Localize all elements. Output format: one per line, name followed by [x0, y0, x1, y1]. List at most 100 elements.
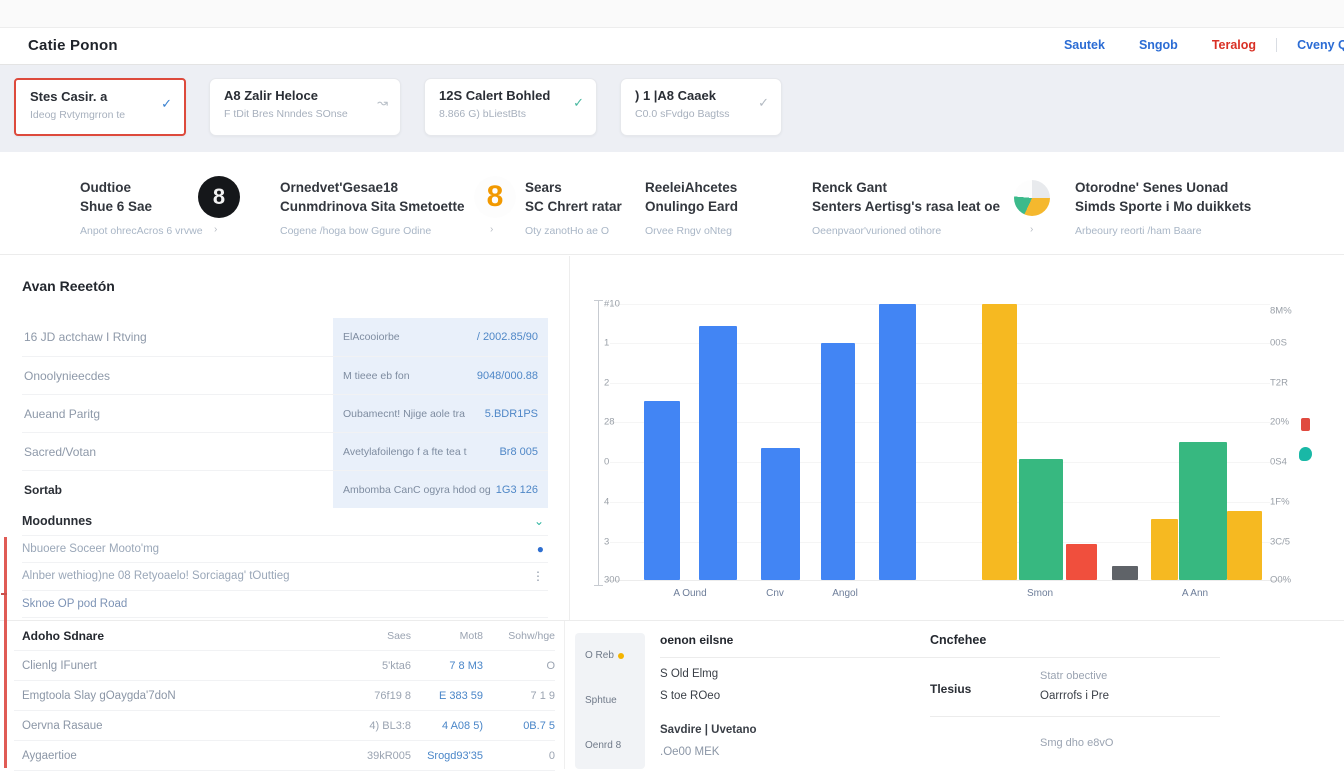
blue-dot-icon[interactable]: ● [537, 542, 544, 556]
report-row-key: M tieee eb fon [343, 370, 477, 382]
bar-chart: #108M%100S2T2R2820%00S441F%33C/5300O0%A … [570, 256, 1344, 620]
report-row-value: 9048/000.88 [477, 370, 538, 382]
mid-sidebar-item-3[interactable]: Oenrd 8 [575, 723, 645, 768]
x-axis-label: Cnv [766, 588, 784, 599]
stat-card-3[interactable]: 12S Calert Bohled8.866 G) bLiestBts✓ [424, 78, 597, 136]
cell-change: 0 [483, 750, 555, 762]
report-row-value: 1G3 126 [496, 484, 538, 496]
card-title: ) 1 |A8 Caaek [635, 88, 769, 103]
cell-value-link[interactable]: E 383 59 [411, 690, 483, 702]
report-row-label: Onoolynieecdes [22, 369, 333, 383]
column-header[interactable]: Saes [339, 630, 411, 642]
chevron-down-icon[interactable]: ⌄ [534, 514, 544, 528]
cell-change: 0B.7 5 [483, 720, 555, 732]
bar-yellow-6 [982, 304, 1017, 580]
report-link-row-1[interactable]: Moodunnes⌄ [22, 508, 548, 536]
bar-green-11 [1179, 442, 1227, 580]
caret-icon: › [490, 224, 493, 235]
figure-8-orange-icon: 8 [474, 176, 516, 218]
row-name: Aygaertioe [14, 750, 339, 762]
card-title: 12S Calert Bohled [439, 88, 584, 103]
mid-panel-line: Savdire | Uvetano [660, 724, 970, 736]
y-axis-tick-right: 1F% [1270, 497, 1290, 508]
cell-sales: 76f19 8 [339, 690, 411, 702]
bar-blue-2 [699, 326, 737, 580]
feature-item-9[interactable]: Otorodne' Senes UonadSimds Sporte i Mo d… [1075, 178, 1251, 237]
left-scroll-indicator[interactable] [4, 537, 7, 768]
report-row-value: / 2002.85/90 [477, 331, 538, 343]
right-row-line2: Oarrrofs i Pre [1040, 690, 1109, 702]
stat-card-4[interactable]: ) 1 |A8 CaaekC0.0 sFvdgo Bagtss✓ [620, 78, 782, 136]
y-axis-tick-left: 300 [604, 575, 620, 586]
link-label: Nbuoere Soceer Mooto'mg [22, 543, 537, 555]
card-title: A8 Zalir Heloce [224, 88, 388, 103]
column-header[interactable]: Sohw/hge [483, 630, 555, 642]
feature-subtitle: Anpot ohrecAcros 6 vrvwe [80, 225, 203, 237]
report-link-row-4[interactable]: Sknoe OP pod Road [22, 591, 548, 619]
bar-blue-5 [879, 304, 916, 580]
right-panel-footer: Smg dho e8vO [930, 716, 1220, 749]
y-axis-tick-left: 3 [604, 537, 609, 548]
table-row[interactable]: Aygaertioe39kR005Srogd93'350 [14, 741, 555, 771]
report-row-label: 16 JD actchaw I Rtving [22, 330, 333, 344]
link-label: Moodunnes [22, 514, 534, 528]
nav-link-3[interactable]: Teralog [1212, 38, 1256, 52]
feature-title: Renck GantSenters Aertisg's rasa leat oe [812, 178, 1000, 216]
check-icon: ✓ [758, 95, 769, 111]
feature-item-7[interactable]: Renck GantSenters Aertisg's rasa leat oe… [812, 178, 1000, 237]
column-header[interactable]: Mot8 [411, 630, 483, 642]
right-row-line1: Statr obective [1040, 670, 1109, 682]
cell-value-link[interactable]: 4 A08 5) [411, 720, 483, 732]
gridline [610, 304, 1270, 305]
feature-item-1[interactable]: OudtioeShue 6 Sae Anpot ohrecAcros 6 vrvw… [80, 178, 203, 237]
mid-panel-header: oenon eilsne [660, 633, 970, 658]
mid-panel-line: .Oe00 MEK [660, 746, 970, 758]
report-row-value: Br8 005 [499, 446, 538, 458]
bar-gray-9 [1112, 566, 1138, 580]
chart-x-axis [606, 580, 1286, 581]
bar-yellow-12 [1227, 511, 1262, 580]
table-row[interactable]: Oervna Rasaue4) BL3:84 A08 5)0B.7 5 [14, 711, 555, 741]
x-axis-label: A Ann [1182, 588, 1208, 599]
mid-panel-line: S toe ROeo [660, 690, 970, 702]
nav-link-4[interactable]: Cveny Quen [1297, 38, 1344, 52]
divider [564, 621, 565, 769]
nav-divider [1276, 38, 1277, 52]
y-axis-tick-left: 4 [604, 497, 609, 508]
report-row: Sacred/VotanAvetylafoilengo f a fte tea … [22, 432, 548, 470]
feature-item-5[interactable]: SearsSC Chrert ratarOty zanotHo ae O [525, 178, 622, 237]
y-axis-tick-right: 20% [1270, 417, 1289, 428]
mid-sidebar-item-1[interactable]: O Reb [575, 633, 645, 678]
table-row[interactable]: Clienlg IFunert5'kta67 8 M3O [14, 651, 555, 681]
feature-item-3[interactable]: Ornedvet'Gesae18Cunmdrinova Sita Smetoet… [280, 178, 465, 237]
pie-chart-icon [1014, 180, 1050, 216]
kebab-icon[interactable]: ⋮ [532, 569, 544, 583]
mid-sidebar-item-2[interactable]: Sphtue [575, 678, 645, 723]
nav-link-1[interactable]: Sautek [1064, 38, 1105, 52]
report-link-row-2[interactable]: Nbuoere Soceer Mooto'mg● [22, 536, 548, 564]
report-row-key: Avetylafoilengo f a fte tea t [343, 446, 499, 458]
report-row-key: ElAcooiorbe [343, 331, 477, 343]
y-axis-tick-left: 28 [604, 417, 615, 428]
y-axis-tick-left: 1 [604, 338, 609, 349]
cell-sales: 39kR005 [339, 750, 411, 762]
nav-link-2[interactable]: Sngob [1139, 38, 1178, 52]
stat-card-2[interactable]: A8 Zalir HeloceF tDit Bres Nnndes SOnse↝ [209, 78, 401, 136]
stat-card-1[interactable]: Stes Casir. aIdeog Rvtymgrron te✓ [14, 78, 186, 136]
sales-table-header: Adoho SdnareSaesMot8Sohw/hge [14, 621, 555, 651]
squiggle-icon: ↝ [377, 95, 388, 111]
report-link-row-3[interactable]: Alnber wethiog)ne 08 Retyoaelo! Sorciaga… [22, 563, 548, 591]
top-nav: Sautek Sngob Teralog Cveny Quen [1064, 38, 1344, 52]
cell-value-link[interactable]: 7 8 M3 [411, 660, 483, 672]
report-row: 16 JD actchaw I Rtving ElAcooiorbe/ 2002.… [22, 318, 548, 356]
cell-value-link[interactable]: Srogd93'35 [411, 750, 483, 762]
right-panel: Cncfehee Tlesius Statr obective Oarrrofs… [930, 633, 1220, 749]
bar-yellow-10 [1151, 519, 1178, 580]
feature-item-6[interactable]: ReeleiAhcetesOnulingo EardOrvee Rngv oNt… [645, 178, 738, 237]
badge-8-dark-icon: 8 [198, 176, 240, 218]
feature-title: OudtioeShue 6 Sae [80, 178, 203, 216]
check-icon: ✓ [573, 95, 584, 111]
y-axis-tick-left: #10 [604, 299, 620, 310]
table-row[interactable]: Emgtoola Slay gOaygda'7doN76f19 8E 383 5… [14, 681, 555, 711]
y-axis-tick-right: 0S4 [1270, 457, 1287, 468]
